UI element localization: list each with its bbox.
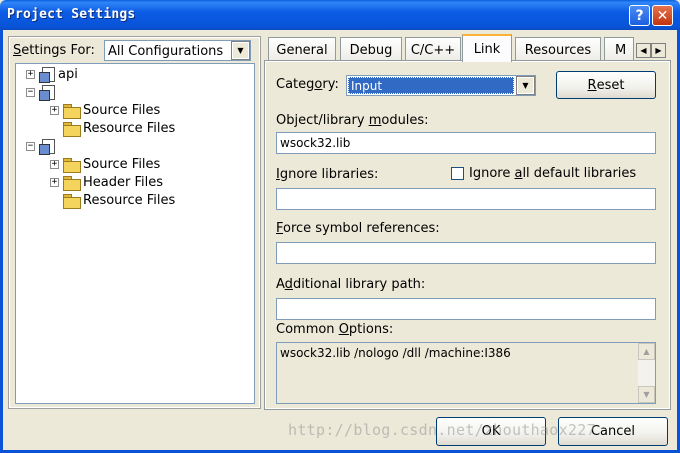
- project-tree[interactable]: + api − + Source Files Resource Files − …: [15, 63, 255, 404]
- tab-resources[interactable]: Resources: [515, 37, 601, 62]
- ignore-libraries-label: Ignore libraries:: [276, 167, 379, 182]
- reset-button[interactable]: Reset: [556, 71, 656, 99]
- help-button[interactable]: ?: [629, 5, 650, 26]
- collapse-icon[interactable]: −: [26, 141, 35, 151]
- tree-item-label: Resource Files: [83, 192, 176, 208]
- settings-for-label: Settings For:: [13, 43, 95, 58]
- folder-icon: [63, 157, 81, 173]
- tree-item[interactable]: Resource Files: [63, 191, 175, 209]
- ignore-all-default-label[interactable]: Ignore all default libraries: [469, 166, 636, 181]
- tree-item[interactable]: −: [26, 83, 58, 101]
- category-dropdown[interactable]: Input ▼: [346, 75, 536, 96]
- settings-for-value: All Configurations: [108, 44, 224, 59]
- expand-icon[interactable]: +: [50, 177, 59, 187]
- tree-item[interactable]: Resource Files: [63, 119, 175, 137]
- library-path-input[interactable]: [276, 298, 656, 320]
- scroll-down-icon[interactable]: ▼: [638, 386, 655, 403]
- window-title: Project Settings: [7, 7, 136, 22]
- collapse-icon[interactable]: −: [26, 87, 35, 97]
- common-options-text: wsock32.lib /nologo /dll /machine:I386: [280, 346, 511, 360]
- common-options-label: Common Options:: [276, 322, 394, 337]
- tree-item[interactable]: + Header Files: [50, 173, 163, 191]
- tree-item-label: Source Files: [83, 156, 161, 172]
- modules-label: Object/library modules:: [276, 113, 429, 128]
- help-icon: ?: [635, 7, 644, 24]
- tab-link[interactable]: Link: [462, 34, 512, 62]
- tree-item[interactable]: −: [26, 137, 58, 155]
- close-icon: ✕: [656, 7, 669, 24]
- ignore-all-default-checkbox[interactable]: [451, 167, 464, 180]
- modules-input[interactable]: wsock32.lib: [276, 132, 656, 154]
- force-symbol-input[interactable]: [276, 242, 656, 264]
- tab-cpp[interactable]: C/C++: [405, 37, 461, 62]
- common-options-scrollbar[interactable]: ▲ ▼: [638, 343, 655, 403]
- tree-item-label: Source Files: [83, 102, 161, 118]
- tab-more[interactable]: M: [604, 37, 634, 62]
- category-value: Input: [348, 77, 514, 94]
- tree-item-label: Resource Files: [83, 120, 176, 136]
- tree-item-label: Header Files: [83, 174, 163, 190]
- watermark: http://blog.csdn.net/zhouthaox227: [288, 421, 596, 439]
- tab-scroll-left-icon[interactable]: ◀: [636, 43, 651, 58]
- category-label: Category:: [276, 77, 339, 92]
- tree-item[interactable]: + Source Files: [50, 101, 160, 119]
- tab-general[interactable]: General: [268, 37, 336, 62]
- tab-scroller[interactable]: ◀ ▶: [636, 43, 666, 58]
- settings-for-dropdown[interactable]: All Configurations ▼: [104, 40, 251, 61]
- title-bar[interactable]: Project Settings ? ✕: [0, 0, 680, 30]
- scroll-up-icon[interactable]: ▲: [638, 343, 655, 360]
- ignore-libraries-input[interactable]: [276, 188, 656, 210]
- chevron-down-icon[interactable]: ▼: [516, 76, 535, 95]
- project-icon: [39, 84, 55, 101]
- tree-item-label: api: [58, 66, 78, 82]
- tab-scroll-right-icon[interactable]: ▶: [651, 43, 666, 58]
- expand-icon[interactable]: +: [50, 105, 59, 115]
- chevron-down-icon[interactable]: ▼: [231, 41, 250, 60]
- expand-icon[interactable]: +: [26, 69, 35, 79]
- tree-item[interactable]: + Source Files: [50, 155, 160, 173]
- tab-debug[interactable]: Debug: [340, 37, 402, 62]
- folder-icon: [63, 121, 81, 137]
- project-icon: [39, 66, 55, 83]
- project-icon: [39, 138, 55, 155]
- folder-icon: [63, 193, 81, 209]
- folder-icon: [63, 175, 81, 191]
- force-symbol-label: Force symbol references:: [276, 221, 440, 236]
- folder-icon: [63, 103, 81, 119]
- library-path-label: Additional library path:: [276, 277, 426, 292]
- tree-item[interactable]: + api: [26, 65, 78, 83]
- close-button[interactable]: ✕: [652, 5, 673, 26]
- common-options-textarea[interactable]: wsock32.lib /nologo /dll /machine:I386 ▲…: [276, 342, 656, 404]
- expand-icon[interactable]: +: [50, 159, 59, 169]
